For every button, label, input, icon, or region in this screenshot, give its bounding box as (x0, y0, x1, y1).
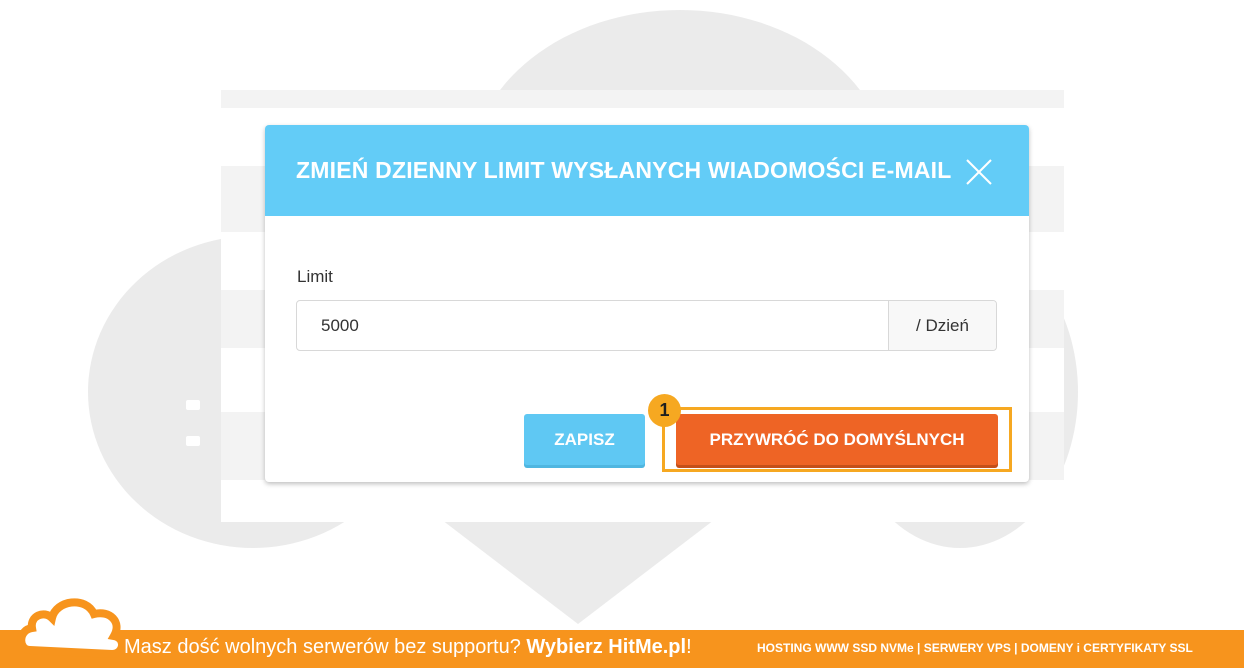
restore-defaults-button[interactable]: PRZYWRÓĆ DO DOMYŚLNYCH (676, 414, 998, 465)
close-icon (966, 159, 992, 185)
footer-tagline-prefix: Masz dość wolnych serwerów bez supportu? (124, 636, 527, 658)
close-button[interactable] (964, 157, 994, 187)
footer-links[interactable]: HOSTING WWW SSD NVMe | SERWERY VPS | DOM… (757, 641, 1193, 655)
limit-label: Limit (297, 267, 333, 286)
background-cloud-tail (442, 520, 714, 624)
footer-brand-link[interactable]: Wybierz HitMe.pl (526, 636, 686, 658)
footer-tagline-suffix: ! (686, 636, 692, 658)
cloud-logo-icon (17, 598, 126, 658)
step-badge: 1 (648, 394, 681, 427)
unit-addon: / Dzień (888, 301, 996, 350)
change-email-limit-dialog: ZMIEŃ DZIENNY LIMIT WYSŁANYCH WIADOMOŚCI… (265, 125, 1029, 482)
background-dot (186, 400, 200, 410)
dialog-title: ZMIEŃ DZIENNY LIMIT WYSŁANYCH WIADOMOŚCI… (296, 157, 952, 183)
limit-input-group: / Dzień (296, 300, 997, 351)
dialog-header: ZMIEŃ DZIENNY LIMIT WYSŁANYCH WIADOMOŚCI… (265, 125, 1029, 216)
footer-tagline[interactable]: Masz dość wolnych serwerów bez supportu?… (124, 636, 692, 659)
background-dot (186, 436, 200, 446)
limit-input[interactable] (297, 301, 888, 350)
background-stripe (221, 90, 1064, 108)
save-button[interactable]: ZAPISZ (524, 414, 645, 465)
